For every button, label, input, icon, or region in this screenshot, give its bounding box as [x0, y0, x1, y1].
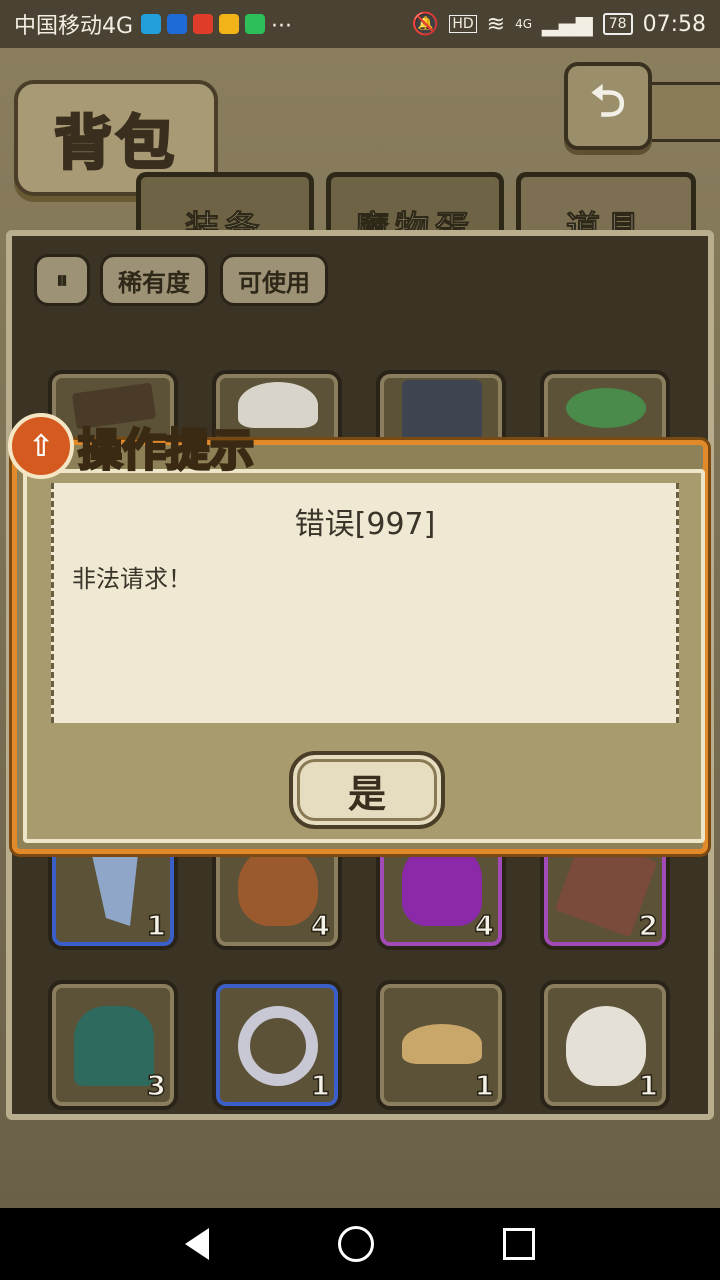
app-notification-icon — [167, 14, 188, 34]
sand-pile-icon — [402, 1024, 482, 1064]
seaweed-icon — [74, 1006, 154, 1086]
item-count: 1 — [146, 908, 167, 943]
network-type: 4G — [515, 17, 532, 31]
inventory-slot[interactable]: 1 — [376, 980, 506, 1110]
hd-label: HD — [449, 15, 477, 33]
inventory-slot[interactable]: 1 — [540, 980, 670, 1110]
item-count: 1 — [474, 1068, 495, 1103]
back-button-extension — [640, 82, 720, 142]
status-bar: 中国移动4G ··· 🔕 HD ≋ 4G ▂▄▆ 78 07:58 — [0, 0, 720, 48]
battery-indicator: 78 — [602, 13, 633, 35]
confirm-button[interactable]: 是 — [289, 751, 445, 829]
app-notification-icon — [245, 14, 266, 34]
filter-usable-button[interactable]: 可使用 — [220, 254, 328, 306]
item-count: 1 — [310, 1068, 331, 1103]
purple-potion-icon — [402, 846, 482, 926]
stone-blocks-icon — [402, 380, 482, 440]
home-nav-icon[interactable] — [337, 1226, 374, 1262]
pearl-bracelet-icon — [238, 1006, 318, 1086]
item-count: 4 — [310, 908, 331, 943]
inventory-slot[interactable]: 1 — [212, 980, 342, 1110]
green-slime-icon — [566, 388, 646, 428]
more-notifications-indicator: ··· — [271, 14, 293, 39]
notification-icons: ··· — [141, 14, 293, 39]
back-nav-icon[interactable] — [184, 1228, 209, 1260]
dialog-title: 错误[997] — [294, 507, 436, 542]
inventory-slot[interactable]: 3 — [48, 980, 178, 1110]
meat-drumstick-icon — [238, 846, 318, 926]
dialog-header: ⇧ 操作提示 — [8, 413, 278, 479]
crystal-shard-icon — [90, 846, 138, 926]
dialog-header-title: 操作提示 — [77, 424, 256, 478]
error-dialog: 错误[997] 非法请求！ 是 — [12, 440, 708, 854]
mute-icon: 🔕 — [411, 11, 440, 37]
sort-toggle-button[interactable]: ⏸ — [34, 254, 90, 306]
clock: 07:58 — [642, 11, 706, 37]
wifi-icon: ≋ — [486, 11, 506, 37]
notice-icon: ⇧ — [8, 413, 74, 479]
app-notification-icon — [141, 14, 162, 34]
back-arrow-icon: ⮌ — [590, 75, 626, 127]
item-count: 1 — [638, 1068, 659, 1103]
filter-rarity-button[interactable]: 稀有度 — [100, 254, 208, 306]
sort-toggle-icon: ⏸ — [56, 266, 68, 294]
signal-icon: ▂▄▆ — [542, 11, 593, 37]
item-count: 4 — [474, 908, 495, 943]
item-count: 3 — [146, 1068, 167, 1103]
back-button[interactable]: ⮌ — [564, 62, 652, 150]
coin-bag-icon — [566, 1006, 646, 1086]
dialog-paper: 错误[997] 非法请求！ — [51, 483, 679, 723]
recents-nav-icon[interactable] — [503, 1228, 536, 1260]
app-notification-icon — [219, 14, 240, 34]
app-notification-icon — [193, 14, 214, 34]
dialog-message: 非法请求！ — [72, 565, 192, 593]
item-count: 2 — [638, 908, 659, 943]
screen-title: 背包 — [52, 108, 178, 179]
carrier-label: 中国移动4G — [14, 14, 134, 39]
navigation-bar — [0, 1208, 720, 1280]
